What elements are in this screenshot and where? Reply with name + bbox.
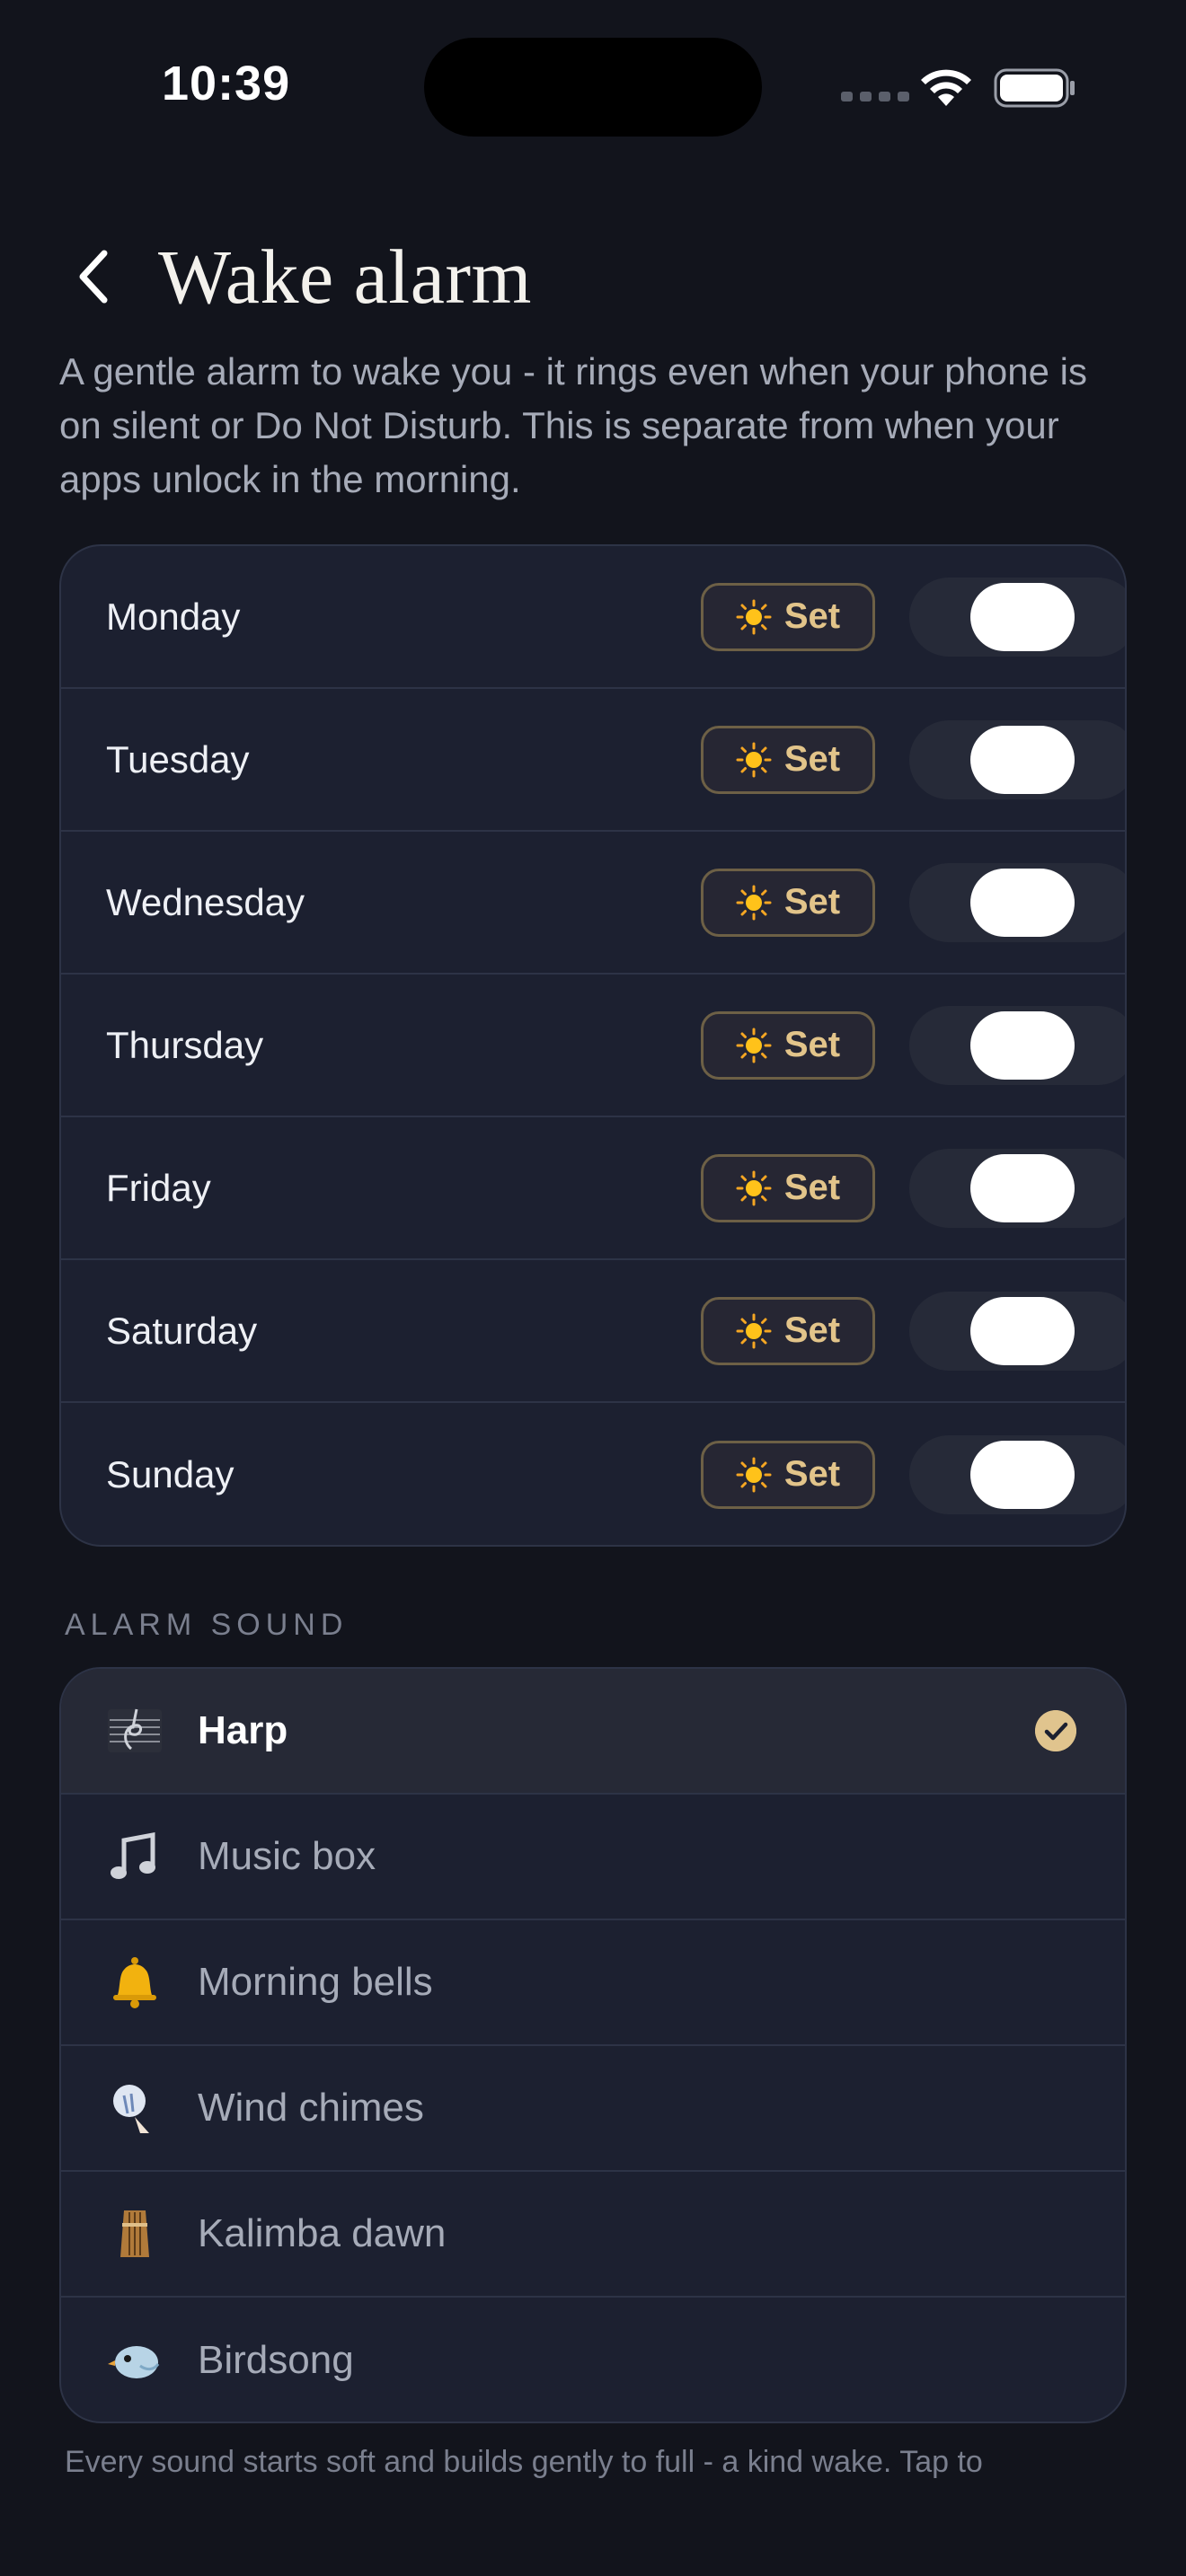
dynamic-island	[424, 38, 762, 137]
set-time-button[interactable]: Set	[701, 582, 875, 651]
music-note-icon	[104, 1826, 165, 1887]
wind-chime-icon	[104, 2078, 165, 2139]
cellular-signal-icon	[841, 92, 909, 101]
sun-icon	[736, 599, 772, 634]
set-time-label: Set	[783, 1168, 841, 1207]
sound-option-wind-chimes[interactable]: Wind chimes	[61, 2046, 1125, 2172]
wake-alarm-screen: 10:39 Wake alarm A gentle alarm to wake …	[0, 0, 1186, 2576]
sound-label: Birdsong	[198, 2338, 354, 2382]
set-time-label: Set	[783, 1025, 841, 1064]
alarm-sound-list: Harp Music box Morning bells Wind chimes Kal…	[59, 1667, 1127, 2423]
bell-icon	[104, 1952, 165, 2013]
day-alarm-toggle[interactable]	[909, 1434, 1125, 1514]
sound-option-morning-bells[interactable]: Morning bells	[61, 1920, 1125, 2046]
page-description: A gentle alarm to wake you - it rings ev…	[59, 350, 1087, 500]
set-time-label: Set	[783, 739, 841, 779]
set-time-button[interactable]: Set	[701, 868, 875, 937]
day-label: Saturday	[106, 1309, 258, 1352]
set-time-label: Set	[783, 1310, 841, 1350]
set-time-label: Set	[783, 1454, 841, 1494]
day-label: Friday	[106, 1166, 211, 1209]
sound-option-music-box[interactable]: Music box	[61, 1795, 1125, 1920]
toggle-knob	[970, 725, 1075, 794]
set-time-label: Set	[783, 596, 841, 636]
weekday-alarm-list: Monday Set Tuesday Set Wednesday Set Thursday S…	[59, 544, 1127, 1547]
sun-icon	[736, 1170, 772, 1205]
day-row-saturday: Saturday Set	[61, 1260, 1125, 1403]
day-label: Tuesday	[106, 737, 250, 781]
day-label: Sunday	[106, 1452, 235, 1495]
day-row-wednesday: Wednesday Set	[61, 832, 1125, 975]
kalimba-icon	[104, 2203, 165, 2264]
set-time-button[interactable]: Set	[701, 1296, 875, 1365]
sun-icon	[736, 885, 772, 920]
checkmark-icon	[1035, 1710, 1076, 1751]
day-alarm-toggle[interactable]	[909, 1005, 1125, 1085]
day-row-tuesday: Tuesday Set	[61, 689, 1125, 832]
page-title: Wake alarm	[158, 234, 532, 320]
set-time-label: Set	[783, 882, 841, 922]
sound-label: Harp	[198, 1708, 288, 1752]
sun-icon	[736, 1313, 772, 1348]
back-chevron-icon[interactable]	[70, 248, 120, 305]
toggle-knob	[970, 1440, 1075, 1509]
set-time-button[interactable]: Set	[701, 1010, 875, 1080]
sun-icon	[736, 1457, 772, 1492]
sound-label: Kalimba dawn	[198, 2211, 447, 2255]
harp-icon	[104, 1700, 165, 1761]
day-row-friday: Friday Set	[61, 1117, 1125, 1260]
sound-label: Morning bells	[198, 1960, 433, 2004]
sound-option-birdsong[interactable]: Birdsong	[61, 2298, 1125, 2422]
day-label: Monday	[106, 595, 241, 638]
sound-label: Music box	[198, 1834, 376, 1878]
toggle-knob	[970, 582, 1075, 651]
day-alarm-toggle[interactable]	[909, 862, 1125, 942]
day-alarm-toggle[interactable]	[909, 577, 1125, 657]
day-row-monday: Monday Set	[61, 546, 1125, 689]
day-row-thursday: Thursday Set	[61, 975, 1125, 1117]
sound-option-harp[interactable]: Harp	[61, 1669, 1125, 1795]
day-label: Thursday	[106, 1023, 264, 1066]
sound-option-kalimba-dawn[interactable]: Kalimba dawn	[61, 2172, 1125, 2298]
wifi-icon	[921, 69, 971, 106]
toggle-knob	[970, 868, 1075, 937]
toggle-knob	[970, 1010, 1075, 1080]
sun-icon	[736, 1028, 772, 1063]
status-time: 10:39	[162, 57, 291, 110]
set-time-button[interactable]: Set	[701, 1440, 875, 1509]
toggle-knob	[970, 1296, 1075, 1365]
day-alarm-toggle[interactable]	[909, 719, 1125, 799]
sound-label: Wind chimes	[198, 2086, 424, 2130]
day-alarm-toggle[interactable]	[909, 1291, 1125, 1371]
day-row-sunday: Sunday Set	[61, 1403, 1125, 1545]
set-time-button[interactable]: Set	[701, 725, 875, 794]
set-time-button[interactable]: Set	[701, 1153, 875, 1222]
bird-icon	[104, 2330, 165, 2391]
footer-note: Every sound starts soft and builds gentl…	[65, 2445, 983, 2479]
day-label: Wednesday	[106, 880, 305, 923]
toggle-knob	[970, 1153, 1075, 1222]
battery-icon	[994, 68, 1075, 108]
alarm-sound-section-title: ALARM SOUND	[65, 1608, 349, 1642]
sun-icon	[736, 742, 772, 777]
day-alarm-toggle[interactable]	[909, 1148, 1125, 1228]
